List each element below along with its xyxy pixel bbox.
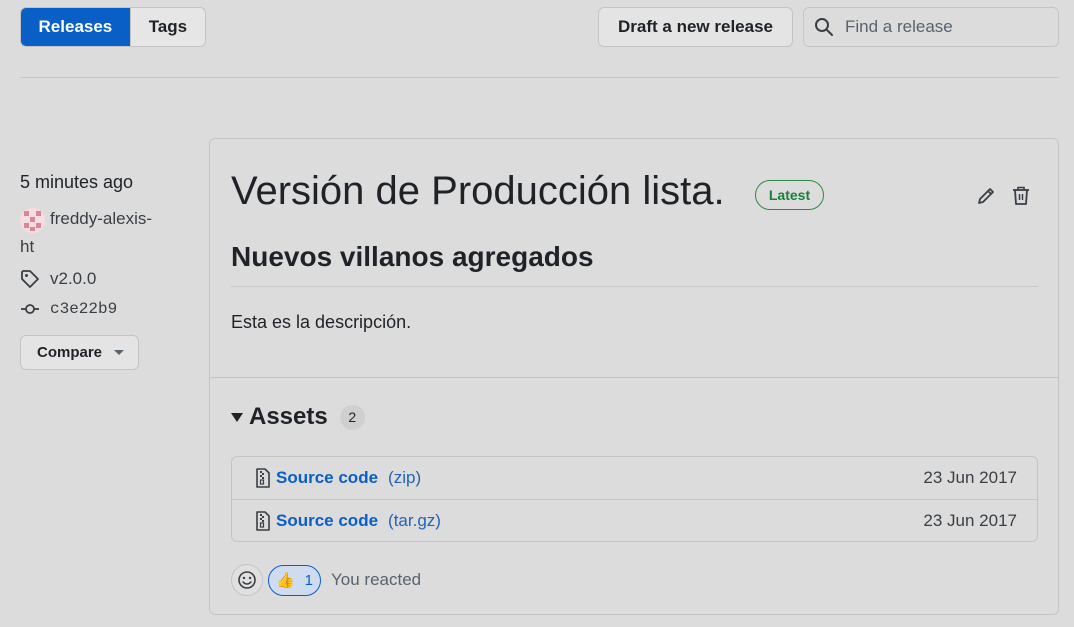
compare-label: Compare — [37, 344, 103, 361]
asset-date: 23 Jun 2017 — [923, 510, 1017, 530]
release-subtitle: Nuevos villanos agregados — [231, 241, 594, 272]
commit-sha[interactable]: c3e22b9 — [50, 300, 117, 318]
thumbs-up-reaction[interactable]: 👍 1 — [268, 564, 321, 596]
tag-name[interactable]: v2.0.0 — [50, 269, 96, 289]
tag-link[interactable]: v2.0.0 — [20, 267, 190, 291]
tab-tags[interactable]: Tags — [129, 8, 205, 46]
you-reacted-text: You reacted — [331, 570, 422, 589]
smiley-icon — [238, 571, 256, 589]
caret-down-icon — [231, 412, 243, 422]
assets-list: Source code (zip) 23 Jun 2017 Source cod… — [231, 456, 1038, 542]
tag-icon — [21, 270, 39, 288]
release-description: Esta es la descripción. — [231, 312, 412, 332]
compare-button[interactable]: Compare — [20, 335, 139, 370]
file-zip-icon — [256, 510, 270, 531]
releases-tags-switch: Releases Tags — [20, 7, 206, 47]
release-time: 5 minutes ago — [20, 172, 134, 192]
asset-link[interactable]: Source code — [276, 468, 378, 488]
author-name-line1[interactable]: freddy-alexis- — [50, 209, 152, 228]
search-box[interactable] — [803, 7, 1059, 47]
avatar[interactable] — [20, 208, 45, 233]
pencil-icon[interactable] — [975, 185, 997, 207]
asset-row[interactable]: Source code (zip) 23 Jun 2017 — [232, 457, 1037, 499]
asset-ext[interactable]: (zip) — [388, 468, 421, 488]
latest-badge: Latest — [755, 180, 824, 210]
assets-toggle[interactable]: Assets 2 — [231, 403, 365, 431]
thumbs-up-icon: 👍 — [275, 572, 295, 589]
tab-releases[interactable]: Releases — [21, 8, 130, 46]
subtitle-divider — [231, 286, 1038, 287]
commit-link[interactable]: c3e22b9 — [20, 297, 190, 321]
asset-ext[interactable]: (tar.gz) — [388, 511, 441, 531]
header-divider — [20, 77, 1059, 78]
commit-icon — [21, 304, 39, 314]
reactions-bar: 👍 1 You reacted — [231, 564, 421, 596]
topbar: Releases Tags Draft a new release — [20, 7, 1059, 47]
release-title[interactable]: Versión de Producción lista. — [231, 169, 725, 214]
author-link[interactable]: freddy-alexis- ht — [20, 205, 190, 261]
card-divider — [210, 377, 1058, 378]
trash-icon[interactable] — [1010, 185, 1032, 207]
search-input[interactable] — [845, 17, 1035, 37]
draft-release-button[interactable]: Draft a new release — [598, 7, 793, 47]
assets-count-badge: 2 — [339, 404, 365, 430]
release-card: Versión de Producción lista. Latest Nuev… — [209, 138, 1059, 615]
reaction-count: 1 — [304, 571, 314, 589]
chevron-down-icon — [114, 350, 125, 355]
assets-title[interactable]: Assets — [249, 403, 328, 431]
author-name-line2[interactable]: ht — [20, 233, 190, 261]
file-zip-icon — [256, 468, 270, 488]
add-reaction-button[interactable] — [231, 564, 263, 596]
asset-date: 23 Jun 2017 — [923, 468, 1017, 487]
search-icon — [815, 18, 833, 36]
release-meta-sidebar: 5 minutes ago freddy-alexis- ht v2.0.0 c… — [20, 172, 190, 370]
asset-link[interactable]: Source code — [276, 511, 378, 531]
asset-row[interactable]: Source code (tar.gz) 23 Jun 2017 — [232, 499, 1037, 541]
